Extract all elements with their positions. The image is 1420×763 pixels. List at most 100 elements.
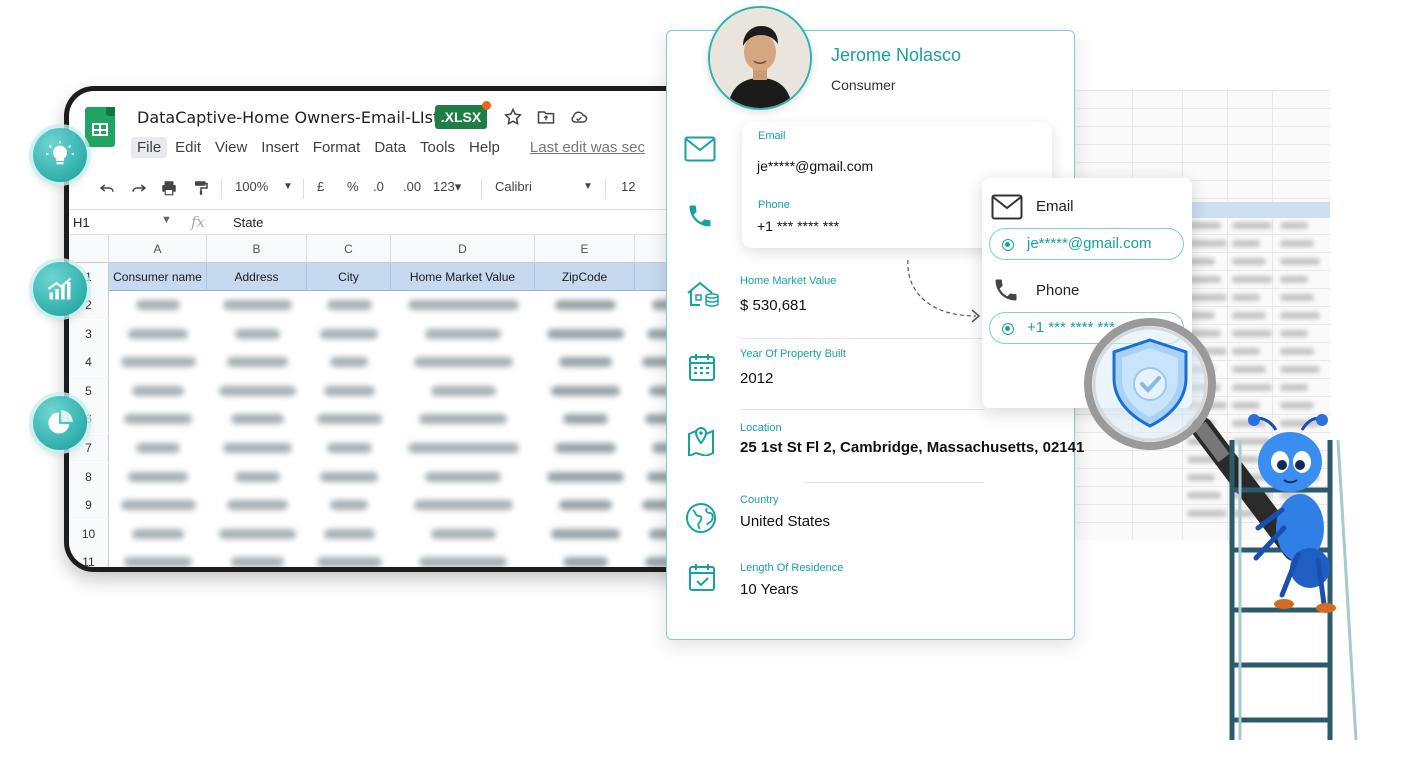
blurred-cell[interactable] <box>326 300 372 310</box>
blurred-cell[interactable] <box>136 300 180 310</box>
blurred-cell[interactable] <box>330 357 368 368</box>
blurred-cell[interactable] <box>425 328 501 339</box>
column-letter[interactable]: B <box>207 235 307 263</box>
blurred-cell[interactable] <box>218 528 296 539</box>
cell-reference-dropdown-icon[interactable]: ▼ <box>161 214 172 226</box>
zoom-select[interactable]: 100% <box>235 179 268 194</box>
blurred-cell[interactable] <box>562 414 608 425</box>
blurred-cell[interactable] <box>316 414 382 425</box>
undo-icon[interactable] <box>97 179 117 197</box>
decrease-decimal-button[interactable]: .0 <box>373 179 384 194</box>
blurred-cell[interactable] <box>323 385 375 396</box>
header-cell-home-market-value[interactable]: Home Market Value <box>391 263 535 291</box>
google-sheets-logo-icon[interactable] <box>85 107 115 147</box>
blurred-cell[interactable] <box>419 414 507 425</box>
redo-icon[interactable] <box>129 179 149 197</box>
blurred-cell[interactable] <box>550 528 620 539</box>
currency-button[interactable]: £ <box>317 179 324 194</box>
star-icon[interactable] <box>503 107 523 127</box>
zoom-dropdown-icon[interactable]: ▼ <box>283 181 293 192</box>
select-all-corner[interactable] <box>69 235 109 263</box>
blurred-cell[interactable] <box>554 300 616 310</box>
blurred-cell[interactable] <box>230 557 284 567</box>
blurred-cell[interactable] <box>120 500 196 511</box>
blurred-cell[interactable] <box>323 528 375 539</box>
blurred-cell[interactable] <box>222 300 292 310</box>
blurred-cell[interactable] <box>218 385 296 396</box>
sidebar-bubble-lightbulb[interactable] <box>33 128 87 182</box>
blurred-cell[interactable] <box>222 443 292 453</box>
blurred-cell[interactable] <box>430 528 496 539</box>
blurred-cell[interactable] <box>407 443 519 453</box>
blurred-cell[interactable] <box>234 471 280 482</box>
blurred-cell[interactable] <box>316 557 382 567</box>
blurred-cell[interactable] <box>554 443 616 453</box>
blurred-cell[interactable] <box>124 557 192 567</box>
row-number[interactable]: 9 <box>69 491 109 520</box>
menu-edit[interactable]: Edit <box>169 137 207 158</box>
print-icon[interactable] <box>159 179 179 197</box>
cell-reference[interactable]: H1 <box>73 215 90 230</box>
blurred-cell[interactable] <box>413 357 513 368</box>
blurred-cell[interactable] <box>136 443 180 453</box>
menu-insert[interactable]: Insert <box>255 137 305 158</box>
menu-file[interactable]: File <box>131 137 168 158</box>
menu-format[interactable]: Format <box>307 137 367 158</box>
popup-email-option[interactable]: je*****@gmail.com <box>989 228 1184 260</box>
blurred-cell[interactable] <box>230 414 284 425</box>
blurred-cell[interactable] <box>132 528 184 539</box>
font-dropdown-icon[interactable]: ▼ <box>583 181 593 192</box>
blurred-cell[interactable] <box>425 471 501 482</box>
blurred-cell[interactable] <box>419 557 507 567</box>
increase-decimal-button[interactable]: .00 <box>403 179 421 194</box>
column-letter[interactable]: E <box>535 235 635 263</box>
column-letter[interactable]: C <box>307 235 391 263</box>
row-number[interactable]: 4 <box>69 348 109 377</box>
font-select[interactable]: Calibri <box>495 179 532 194</box>
blurred-cell[interactable] <box>558 500 612 511</box>
blurred-cell[interactable] <box>430 385 496 396</box>
email-value[interactable]: je*****@gmail.com <box>757 158 873 174</box>
number-format-select[interactable]: 123▾ <box>433 179 461 195</box>
sidebar-bubble-pie-chart[interactable] <box>33 396 87 450</box>
menu-help[interactable]: Help <box>463 137 506 158</box>
blurred-cell[interactable] <box>128 328 188 339</box>
sidebar-bubble-growth-chart[interactable] <box>33 262 87 316</box>
header-cell-address[interactable]: Address <box>207 263 307 291</box>
formula-input[interactable]: State <box>233 215 263 230</box>
blurred-cell[interactable] <box>120 357 196 368</box>
menu-view[interactable]: View <box>209 137 253 158</box>
document-title[interactable]: DataCaptive-Home Owners-Email-LIst <box>137 108 439 127</box>
row-number[interactable]: 11 <box>69 548 109 567</box>
blurred-cell[interactable] <box>550 385 620 396</box>
percent-button[interactable]: % <box>347 179 359 194</box>
menu-tools[interactable]: Tools <box>414 137 461 158</box>
row-number[interactable]: 3 <box>69 319 109 348</box>
blurred-cell[interactable] <box>226 357 288 368</box>
blurred-cell[interactable] <box>132 385 184 396</box>
column-letter[interactable]: A <box>109 235 207 263</box>
blurred-cell[interactable] <box>546 328 624 339</box>
blurred-cell[interactable] <box>558 357 612 368</box>
blurred-cell[interactable] <box>413 500 513 511</box>
header-cell-consumer-name[interactable]: Consumer name <box>109 263 207 291</box>
header-cell-zipcode[interactable]: ZipCode <box>535 263 635 291</box>
column-letter[interactable]: D <box>391 235 535 263</box>
menu-data[interactable]: Data <box>368 137 412 158</box>
header-cell-city[interactable]: City <box>307 263 391 291</box>
blurred-cell[interactable] <box>320 471 378 482</box>
paint-format-icon[interactable] <box>191 179 211 197</box>
blurred-cell[interactable] <box>128 471 188 482</box>
blurred-cell[interactable] <box>124 414 192 425</box>
blurred-cell[interactable] <box>326 443 372 453</box>
blurred-cell[interactable] <box>234 328 280 339</box>
row-number[interactable]: 8 <box>69 462 109 491</box>
blurred-cell[interactable] <box>226 500 288 511</box>
blurred-cell[interactable] <box>320 328 378 339</box>
move-to-folder-icon[interactable] <box>536 107 556 127</box>
blurred-cell[interactable] <box>546 471 624 482</box>
cloud-icon[interactable] <box>569 107 589 127</box>
font-size-input[interactable]: 12 <box>621 179 635 194</box>
blurred-cell[interactable] <box>562 557 608 567</box>
phone-value[interactable]: +1 *** **** *** <box>757 218 839 234</box>
